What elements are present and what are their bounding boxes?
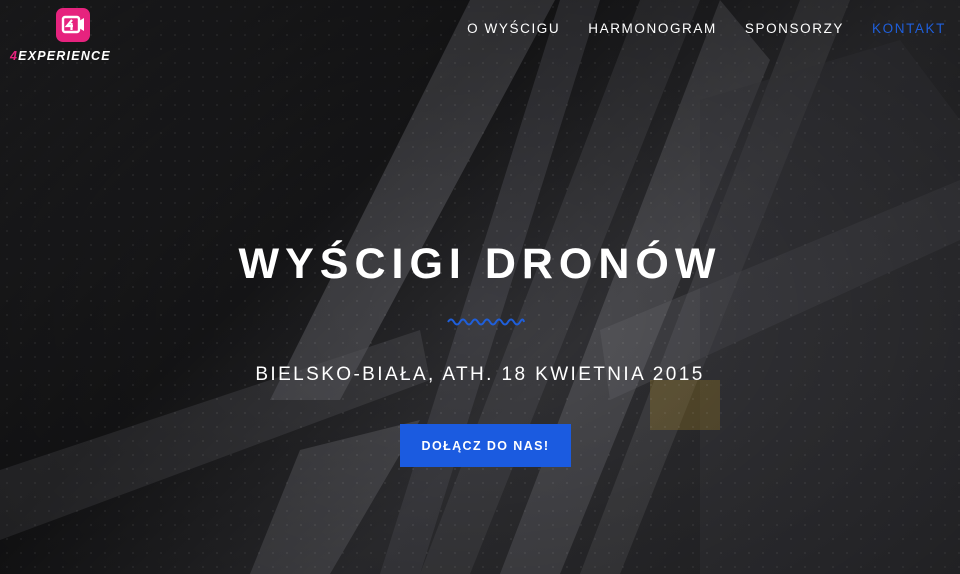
logo-wordmark-accent: 4 <box>10 49 19 63</box>
nav-item-kontakt[interactable]: KONTAKT <box>872 21 946 36</box>
camera-4-icon <box>56 8 90 42</box>
brand-logo[interactable]: 4EXPERIENCE <box>8 8 136 64</box>
nav-item-harmonogram[interactable]: HARMONOGRAM <box>588 21 717 36</box>
nav-item-o-wyscigu[interactable]: O WYŚCIGU <box>467 21 560 36</box>
hero-title: WYŚCIGI DRONÓW <box>238 240 722 288</box>
nav-item-sponsorzy[interactable]: SPONSORZY <box>745 21 844 36</box>
logo-wordmark: 4EXPERIENCE <box>10 49 111 63</box>
main-navigation: O WYŚCIGU HARMONOGRAM SPONSORZY KONTAKT <box>439 21 946 36</box>
join-us-button[interactable]: DOŁĄCZ DO NAS! <box>400 424 571 467</box>
hero-subtitle: BIELSKO-BIAŁA, ATH. 18 KWIETNIA 2015 <box>255 364 705 385</box>
wave-divider-icon <box>447 318 525 326</box>
logo-wordmark-rest: EXPERIENCE <box>18 49 111 63</box>
